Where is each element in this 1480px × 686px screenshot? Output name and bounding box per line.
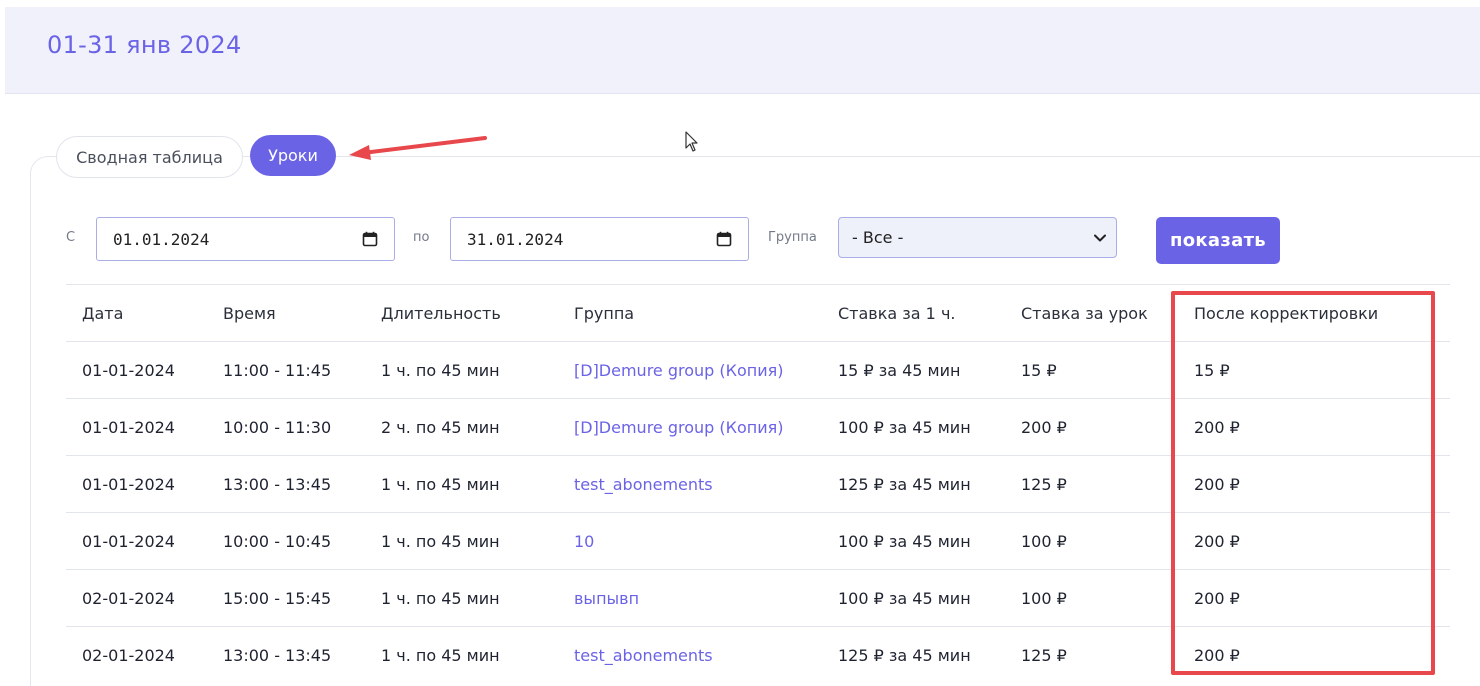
cell-time: 10:00 - 11:30: [223, 418, 332, 437]
group-select[interactable]: - Все -: [838, 217, 1117, 258]
table-row: 02-01-2024 15:00 - 15:45 1 ч. по 45 мин …: [66, 569, 1450, 626]
date-from-value: 01.01.2024: [113, 229, 210, 249]
cell-date: 02-01-2024: [82, 589, 175, 608]
cell-group-link[interactable]: test_abonements: [574, 456, 713, 513]
cell-lesson-rate: 200 ₽: [1021, 418, 1067, 437]
cell-duration: 1 ч. по 45 мин: [381, 646, 500, 665]
cell-duration: 1 ч. по 45 мин: [381, 532, 500, 551]
cell-hourly-rate: 100 ₽ за 45 мин: [838, 532, 971, 551]
cell-lesson-rate: 15 ₽: [1021, 361, 1057, 380]
column-header-lesson-rate[interactable]: Ставка за урок: [1021, 285, 1148, 342]
chevron-down-icon: [1094, 234, 1106, 241]
cell-hourly-rate: 15 ₽ за 45 мин: [838, 361, 961, 380]
cell-group-link[interactable]: test_abonements: [574, 627, 713, 684]
cell-adjusted: 200 ₽: [1194, 589, 1240, 608]
cell-hourly-rate: 125 ₽ за 45 мин: [838, 475, 971, 494]
cell-lesson-rate: 100 ₽: [1021, 589, 1067, 608]
cell-lesson-rate: 125 ₽: [1021, 646, 1067, 665]
annotation-arrow-icon: [349, 136, 487, 160]
tab-lessons[interactable]: Уроки: [250, 135, 336, 176]
group-filter-label: Группа: [768, 230, 817, 245]
page-title: 01-31 янв 2024: [47, 31, 242, 59]
cell-duration: 1 ч. по 45 мин: [381, 589, 500, 608]
column-header-group[interactable]: Группа: [574, 285, 634, 342]
cell-adjusted: 200 ₽: [1194, 418, 1240, 437]
cell-adjusted: 15 ₽: [1194, 361, 1230, 380]
column-header-duration[interactable]: Длительность: [381, 285, 501, 342]
mouse-cursor-icon: [685, 131, 698, 152]
tab-summary-table[interactable]: Сводная таблица: [56, 136, 243, 178]
column-header-time[interactable]: Время: [223, 285, 276, 342]
column-header-hourly-rate[interactable]: Ставка за 1 ч.: [838, 285, 955, 342]
table-row: 01-01-2024 11:00 - 11:45 1 ч. по 45 мин …: [66, 341, 1450, 398]
page: 01-31 янв 2024 Сводная таблица Уроки С 0…: [0, 0, 1480, 686]
table-row: 01-01-2024 10:00 - 11:30 2 ч. по 45 мин …: [66, 398, 1450, 455]
cell-date: 02-01-2024: [82, 646, 175, 665]
cell-duration: 2 ч. по 45 мин: [381, 418, 500, 437]
cell-lesson-rate: 100 ₽: [1021, 532, 1067, 551]
group-select-value: - Все -: [852, 228, 904, 247]
cell-adjusted: 200 ₽: [1194, 532, 1240, 551]
cell-time: 13:00 - 13:45: [223, 475, 332, 494]
cell-hourly-rate: 100 ₽ за 45 мин: [838, 589, 971, 608]
table-row: 02-01-2024 13:00 - 13:45 1 ч. по 45 мин …: [66, 626, 1450, 683]
calendar-icon[interactable]: [716, 231, 732, 247]
show-button[interactable]: показать: [1156, 217, 1280, 264]
cell-duration: 1 ч. по 45 мин: [381, 475, 500, 494]
date-from-label: С: [66, 230, 76, 245]
cell-date: 01-01-2024: [82, 361, 175, 380]
lessons-table: Дата Время Длительность Группа Ставка за…: [66, 284, 1450, 683]
cell-time: 10:00 - 10:45: [223, 532, 332, 551]
period-header: 01-31 янв 2024: [5, 7, 1480, 94]
cell-date: 01-01-2024: [82, 532, 175, 551]
cell-date: 01-01-2024: [82, 418, 175, 437]
cell-adjusted: 200 ₽: [1194, 646, 1240, 665]
table-header-row: Дата Время Длительность Группа Ставка за…: [66, 284, 1450, 341]
date-to-label: по: [413, 230, 430, 245]
cell-hourly-rate: 125 ₽ за 45 мин: [838, 646, 971, 665]
cell-lesson-rate: 125 ₽: [1021, 475, 1067, 494]
column-header-date[interactable]: Дата: [82, 285, 123, 342]
table-row: 01-01-2024 13:00 - 13:45 1 ч. по 45 мин …: [66, 455, 1450, 512]
cell-time: 15:00 - 15:45: [223, 589, 332, 608]
cell-group-link[interactable]: выпывп: [574, 570, 639, 627]
cell-time: 13:00 - 13:45: [223, 646, 332, 665]
date-to-input[interactable]: 31.01.2024: [450, 217, 749, 261]
calendar-icon[interactable]: [362, 231, 378, 247]
cell-hourly-rate: 100 ₽ за 45 мин: [838, 418, 971, 437]
date-from-input[interactable]: 01.01.2024: [96, 217, 395, 261]
cell-time: 11:00 - 11:45: [223, 361, 332, 380]
cell-date: 01-01-2024: [82, 475, 175, 494]
cell-adjusted: 200 ₽: [1194, 475, 1240, 494]
cell-group-link[interactable]: [D]Demure group (Копия): [574, 399, 784, 456]
date-to-value: 31.01.2024: [467, 229, 564, 249]
column-header-adjusted[interactable]: После корректировки: [1194, 285, 1378, 342]
cell-duration: 1 ч. по 45 мин: [381, 361, 500, 380]
table-row: 01-01-2024 10:00 - 10:45 1 ч. по 45 мин …: [66, 512, 1450, 569]
cell-group-link[interactable]: [D]Demure group (Копия): [574, 342, 784, 399]
cell-group-link[interactable]: 10: [574, 513, 594, 570]
